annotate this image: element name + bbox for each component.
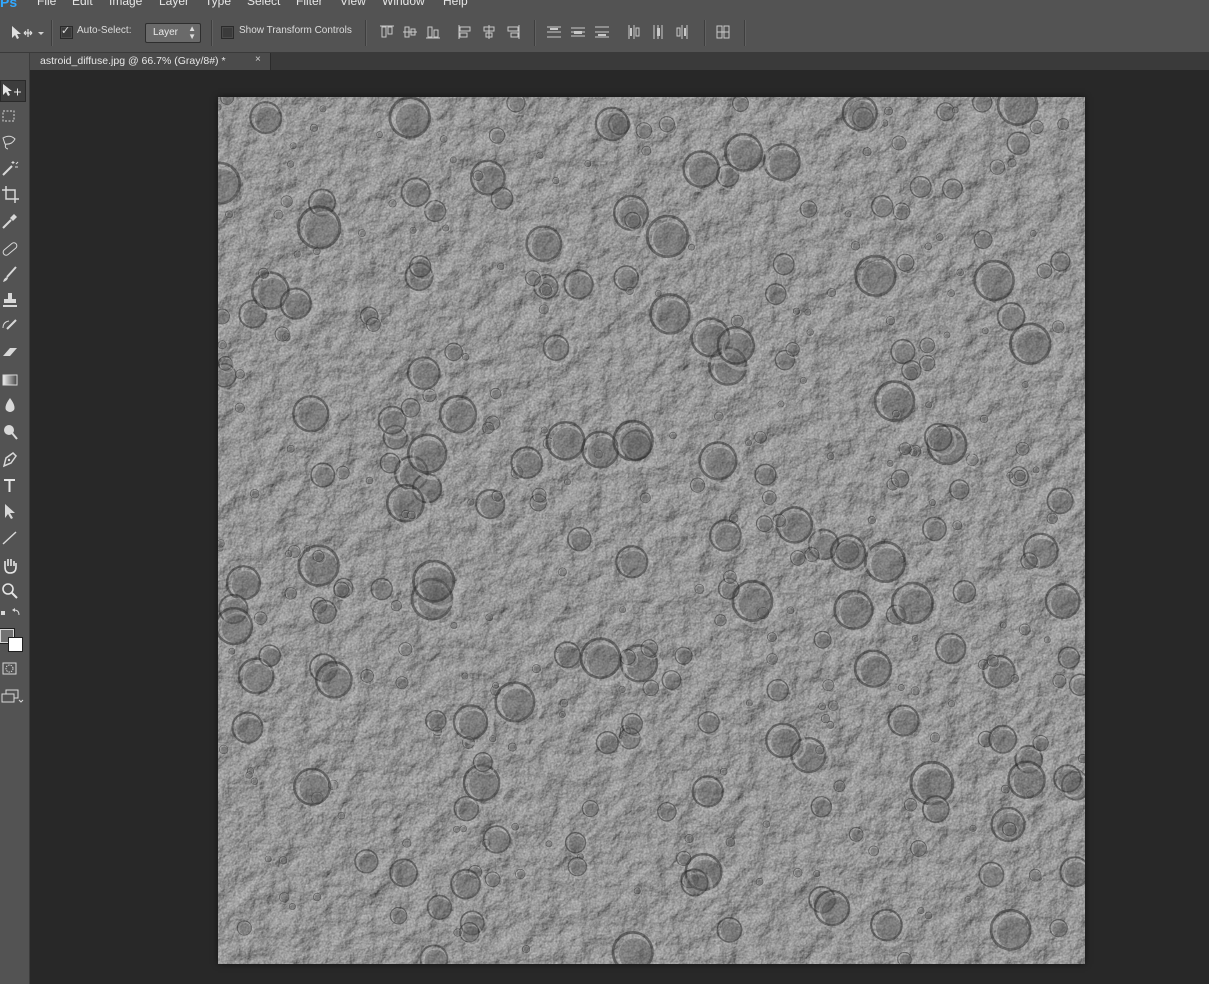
auto-align-layers-icon[interactable]: [714, 23, 732, 41]
healing-brush-tool-icon[interactable]: [0, 238, 26, 260]
distribute-right-edges-icon[interactable]: [673, 23, 691, 41]
line-tool-icon[interactable]: [0, 527, 26, 549]
show-transform-label: Show Transform Controls: [239, 25, 352, 36]
align-bottom-edges-icon[interactable]: [424, 23, 442, 41]
updown-arrows-icon: ▲ ▼: [188, 24, 196, 41]
hand-tool-icon[interactable]: [0, 555, 26, 577]
options-bar: ✓ Auto-Select: Layer ▲ ▼ Show Transform C…: [0, 12, 1209, 53]
distribute-bottom-edges-icon[interactable]: [593, 23, 611, 41]
menu-filter[interactable]: Filter: [296, 0, 323, 8]
dropdown-value: Layer: [153, 27, 179, 38]
options-separator: [211, 20, 213, 46]
menu-view[interactable]: View: [340, 0, 366, 8]
align-top-edges-icon[interactable]: [378, 23, 396, 41]
distribute-left-edges-icon[interactable]: [625, 23, 643, 41]
show-transform-checkbox[interactable]: [221, 26, 234, 39]
checkmark-icon: ✓: [61, 24, 71, 37]
brush-tool-icon[interactable]: [0, 264, 26, 286]
lasso-tool-icon[interactable]: [0, 132, 26, 154]
document-tab-title: astroid_diffuse.jpg @ 66.7% (Gray/8#) *: [40, 55, 226, 67]
type-tool-icon[interactable]: [0, 475, 26, 497]
move-tool-preset-icon[interactable]: [10, 24, 44, 42]
menu-file[interactable]: File: [37, 0, 56, 8]
rectangular-marquee-tool-icon[interactable]: [0, 106, 26, 128]
eyedropper-tool-icon[interactable]: [0, 210, 26, 232]
menu-help[interactable]: Help: [443, 0, 468, 8]
distribute-horizontal-centers-icon[interactable]: [649, 23, 667, 41]
screen-mode-icon[interactable]: [0, 686, 26, 708]
auto-select-label: Auto-Select:: [77, 25, 132, 36]
close-icon[interactable]: ×: [255, 54, 261, 65]
options-separator: [534, 20, 536, 46]
align-vertical-centers-icon[interactable]: [401, 23, 419, 41]
tools-panel: [0, 53, 30, 984]
options-separator: [51, 20, 53, 46]
distribute-vertical-centers-icon[interactable]: [569, 23, 587, 41]
distribute-top-edges-icon[interactable]: [545, 23, 563, 41]
quick-mask-icon[interactable]: [0, 659, 26, 681]
auto-select-checkbox[interactable]: ✓: [60, 24, 73, 39]
options-separator: [744, 20, 746, 46]
clone-stamp-tool-icon[interactable]: [0, 290, 26, 312]
align-horizontal-centers-icon[interactable]: [480, 23, 498, 41]
crop-tool-icon[interactable]: [0, 184, 26, 206]
blur-tool-icon[interactable]: [0, 395, 26, 417]
menu-window[interactable]: Window: [382, 0, 425, 8]
align-right-edges-icon[interactable]: [504, 23, 522, 41]
move-tool-icon[interactable]: [0, 80, 26, 102]
document-tab[interactable]: astroid_diffuse.jpg @ 66.7% (Gray/8#) * …: [30, 53, 271, 70]
pen-tool-icon[interactable]: [0, 449, 26, 471]
gradient-tool-icon[interactable]: [0, 369, 26, 391]
path-selection-tool-icon[interactable]: [0, 501, 26, 523]
options-separator: [704, 20, 706, 46]
eraser-tool-icon[interactable]: [0, 342, 26, 364]
swap-colors-icon[interactable]: [0, 607, 26, 621]
photoshop-logo: Ps: [0, 0, 18, 10]
asteroid-texture-image: [218, 97, 1085, 964]
menu-bar: Ps File Edit Image Layer Type Select Fil…: [0, 0, 1209, 12]
history-brush-tool-icon[interactable]: [0, 316, 26, 338]
auto-select-target-dropdown[interactable]: Layer ▲ ▼: [145, 23, 201, 43]
menu-layer[interactable]: Layer: [159, 0, 189, 8]
background-color-swatch[interactable]: [8, 637, 23, 652]
align-left-edges-icon[interactable]: [456, 23, 474, 41]
menu-image[interactable]: Image: [109, 0, 142, 8]
document-tab-bar: astroid_diffuse.jpg @ 66.7% (Gray/8#) * …: [30, 53, 1209, 70]
menu-edit[interactable]: Edit: [72, 0, 93, 8]
dodge-tool-icon[interactable]: [0, 421, 26, 443]
document-canvas[interactable]: [218, 97, 1085, 964]
menu-select[interactable]: Select: [247, 0, 280, 8]
magic-wand-tool-icon[interactable]: [0, 158, 26, 180]
options-separator: [365, 20, 367, 46]
menu-type[interactable]: Type: [205, 0, 231, 8]
zoom-tool-icon[interactable]: [0, 581, 26, 603]
